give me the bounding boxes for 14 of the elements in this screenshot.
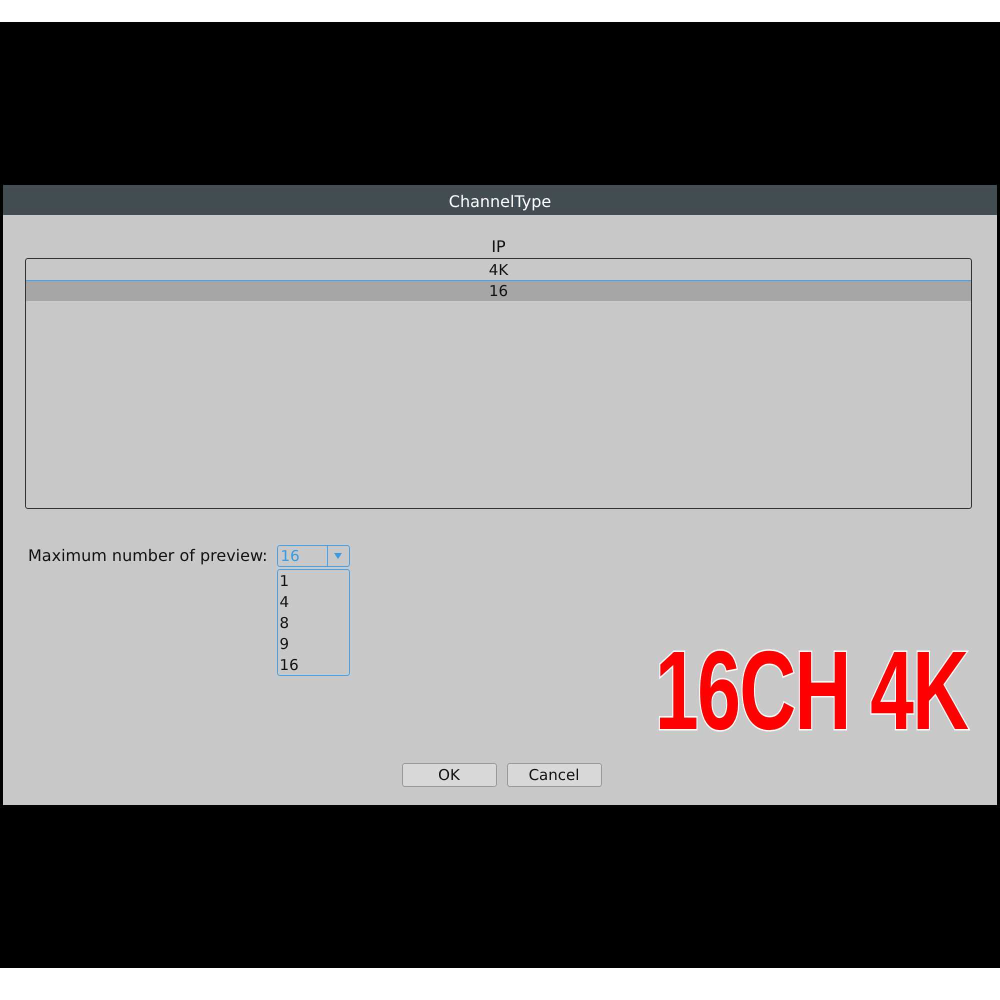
promo-overlay-text: 16CH 4K bbox=[655, 641, 968, 741]
caret-icon bbox=[334, 553, 342, 559]
dropdown-option[interactable]: 16 bbox=[278, 655, 349, 676]
dialog-title: ChannelType bbox=[3, 185, 997, 215]
list-row[interactable]: 4K bbox=[26, 260, 971, 280]
cancel-button[interactable]: Cancel bbox=[506, 763, 602, 787]
dropdown-option[interactable]: 1 bbox=[278, 571, 349, 592]
column-header: IP bbox=[490, 236, 507, 258]
dropdown-option[interactable]: 8 bbox=[278, 613, 349, 634]
list-row[interactable]: 16 bbox=[26, 280, 971, 301]
dropdown-option[interactable]: 9 bbox=[278, 634, 349, 655]
dropdown-option[interactable]: 4 bbox=[278, 592, 349, 613]
ok-button[interactable]: OK bbox=[402, 763, 496, 787]
preview-label: Maximum number of preview: bbox=[28, 545, 268, 567]
